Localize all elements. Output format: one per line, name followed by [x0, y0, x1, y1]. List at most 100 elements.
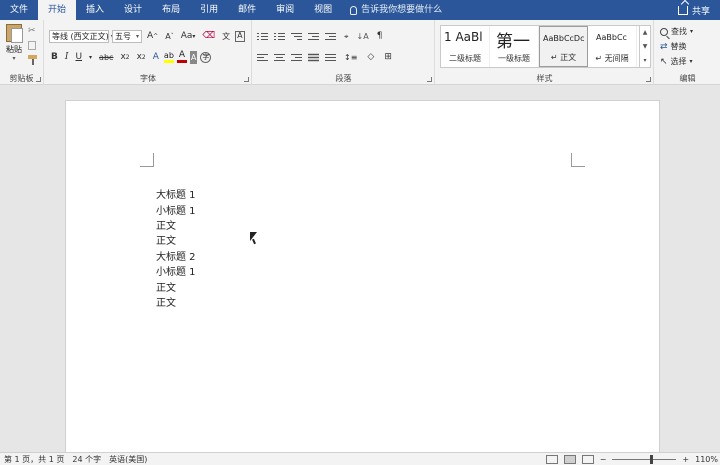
zoom-slider-thumb[interactable] [650, 454, 654, 464]
show-marks-icon[interactable]: ¶ [375, 30, 385, 43]
highlight-color-bar [163, 60, 174, 63]
highlighter-icon: ab [163, 51, 174, 60]
font-name-select[interactable]: 等线 (西文正文)▾ [49, 29, 114, 43]
chinese-layout-icon[interactable]: ⌖ [342, 30, 351, 43]
strikethrough-button[interactable]: abc [97, 51, 115, 64]
tab-design[interactable]: 设计 [114, 0, 152, 20]
zoom-in-button[interactable]: + [682, 455, 689, 464]
clear-format-icon[interactable]: ⌫ [200, 30, 217, 43]
tab-layout[interactable]: 布局 [152, 0, 190, 20]
chevron-down-icon: ▾ [135, 32, 139, 40]
margin-corner-top-left [140, 153, 154, 167]
tab-references[interactable]: 引用 [190, 0, 228, 20]
font-color-icon: A [178, 50, 185, 60]
share-label: 共享 [691, 6, 710, 17]
decrease-indent-icon[interactable] [308, 32, 319, 41]
grow-font-button[interactable]: A ^ [145, 30, 160, 43]
font-size-select[interactable]: 五号 ▾ [112, 29, 142, 43]
read-mode-icon[interactable] [545, 454, 558, 464]
tell-me-text: 告诉我你想要做什么 [361, 5, 443, 15]
change-case-button[interactable]: Aa ▾ [179, 30, 198, 43]
cut-icon[interactable]: ✂ [28, 26, 38, 36]
tab-insert[interactable]: 插入 [76, 0, 114, 20]
paste-label: 粘贴 [6, 45, 22, 54]
ribbon: 粘贴 ▾ ✂ 剪贴板 等线 (西文正文)▾ 五号 ▾ A^ Aˇ Aa▾ ⌫ 文 … [0, 20, 720, 85]
print-layout-icon[interactable] [563, 454, 576, 464]
paragraph[interactable]: 正文 [156, 297, 176, 311]
styles-launcher-icon[interactable] [646, 77, 651, 82]
underline-button[interactable]: U [73, 51, 84, 64]
character-shading-button[interactable]: A [189, 50, 198, 64]
editing-group-label: 编辑 [679, 74, 696, 83]
font-launcher-icon[interactable] [244, 77, 249, 82]
tab-home[interactable]: 开始 [38, 0, 77, 20]
increase-indent-icon[interactable] [325, 32, 336, 41]
tab-view[interactable]: 视图 [304, 0, 342, 20]
line-spacing-icon[interactable]: ↕≡ [342, 51, 359, 64]
bold-button[interactable]: B [49, 51, 60, 64]
enclose-characters-button[interactable]: 字 [200, 51, 212, 63]
align-left-icon[interactable] [257, 53, 268, 62]
change-case-icon: Aa [180, 30, 193, 41]
tab-review[interactable]: 审阅 [266, 0, 304, 20]
shading-icon[interactable]: ◇ [365, 51, 376, 64]
paragraph[interactable]: 正文 [156, 220, 176, 234]
paragraph[interactable]: 大标题 2 [156, 251, 196, 265]
clipboard-group: 粘贴 ▾ ✂ 剪贴板 [0, 20, 44, 85]
status-bar: 第 1 页，共 1 页 24 个字 英语(美国) − + 110% [0, 452, 720, 465]
borders-icon[interactable]: ⊞ [382, 51, 394, 64]
web-layout-icon[interactable] [581, 454, 594, 464]
phonetic-guide-button[interactable]: 文 [220, 30, 232, 43]
clipboard-launcher-icon[interactable] [36, 77, 41, 82]
tab-mailings[interactable]: 邮件 [228, 0, 266, 20]
italic-button[interactable]: I [63, 51, 71, 64]
character-border-button[interactable]: A [235, 30, 245, 42]
font-color-button[interactable]: A [176, 50, 187, 64]
numbering-icon[interactable] [274, 32, 285, 41]
margin-corner-top-right [571, 153, 585, 167]
zoom-out-button[interactable]: − [600, 455, 607, 464]
format-painter-icon[interactable] [28, 55, 37, 65]
paragraph-launcher-icon[interactable] [427, 77, 432, 82]
justify-icon[interactable] [308, 52, 319, 62]
paragraph[interactable]: 大标题 1 [156, 189, 196, 203]
editing-group: 编辑 [655, 20, 720, 85]
lightbulb-icon [350, 5, 358, 15]
language-indicator[interactable]: 英语(美国) [105, 454, 151, 465]
shrink-font-button[interactable]: Aˇ [163, 30, 175, 43]
paragraph[interactable]: 正文 [156, 235, 176, 249]
paragraph[interactable]: 小标题 1 [156, 266, 196, 280]
zoom-slider[interactable] [612, 454, 677, 464]
tell-me-box[interactable]: 告诉我你想要做什么 [350, 0, 442, 20]
tab-file[interactable]: 文件 [0, 0, 38, 20]
font-name-value: 等线 (西文正文) [52, 31, 109, 41]
bullets-icon[interactable] [257, 32, 268, 41]
clipboard-icon [6, 24, 23, 43]
align-right-icon[interactable] [291, 53, 302, 62]
text-effects-button[interactable]: A [151, 51, 161, 64]
zoom-level[interactable]: 110% [695, 455, 718, 464]
copy-icon[interactable] [28, 41, 36, 50]
font-size-value: 五号 [115, 31, 131, 41]
sort-icon[interactable]: ↓A [357, 32, 369, 41]
superscript-button[interactable]: x2 [135, 51, 148, 64]
page-count[interactable]: 第 1 页，共 1 页 [0, 454, 68, 465]
word-count[interactable]: 24 个字 [68, 454, 105, 465]
font-color-bar [176, 60, 187, 63]
distributed-icon[interactable] [325, 53, 336, 62]
document-page[interactable]: 大标题 1 小标题 1 正文 正文 大标题 2 小标题 1 正文 正文 [65, 100, 660, 460]
paragraph-group-label: 段落 [335, 74, 352, 83]
chevron-down-icon[interactable]: ▾ [87, 51, 94, 64]
paragraph[interactable]: 小标题 1 [156, 205, 196, 219]
paragraph[interactable]: 正文 [156, 282, 176, 296]
multilevel-list-icon[interactable] [291, 32, 302, 41]
paragraph-group: ⌖ ↓A ¶ ↕≡ ◇ ⊞ 段落 [253, 20, 435, 85]
subscript-button[interactable]: x2 [118, 51, 131, 64]
paste-button[interactable]: 粘贴 ▾ [4, 24, 24, 62]
document-area[interactable]: 大标题 1 小标题 1 正文 正文 大标题 2 小标题 1 正文 正文 [0, 86, 720, 460]
ribbon-tab-bar: 文件 开始 插入 设计 布局 引用 邮件 审阅 视图 告诉我你想要做什么 共享 [0, 0, 720, 20]
align-center-icon[interactable] [274, 53, 285, 62]
highlight-color-button[interactable]: ab [163, 51, 174, 64]
share-button[interactable]: 共享 [677, 0, 720, 20]
mouse-pointer-icon [250, 232, 258, 244]
